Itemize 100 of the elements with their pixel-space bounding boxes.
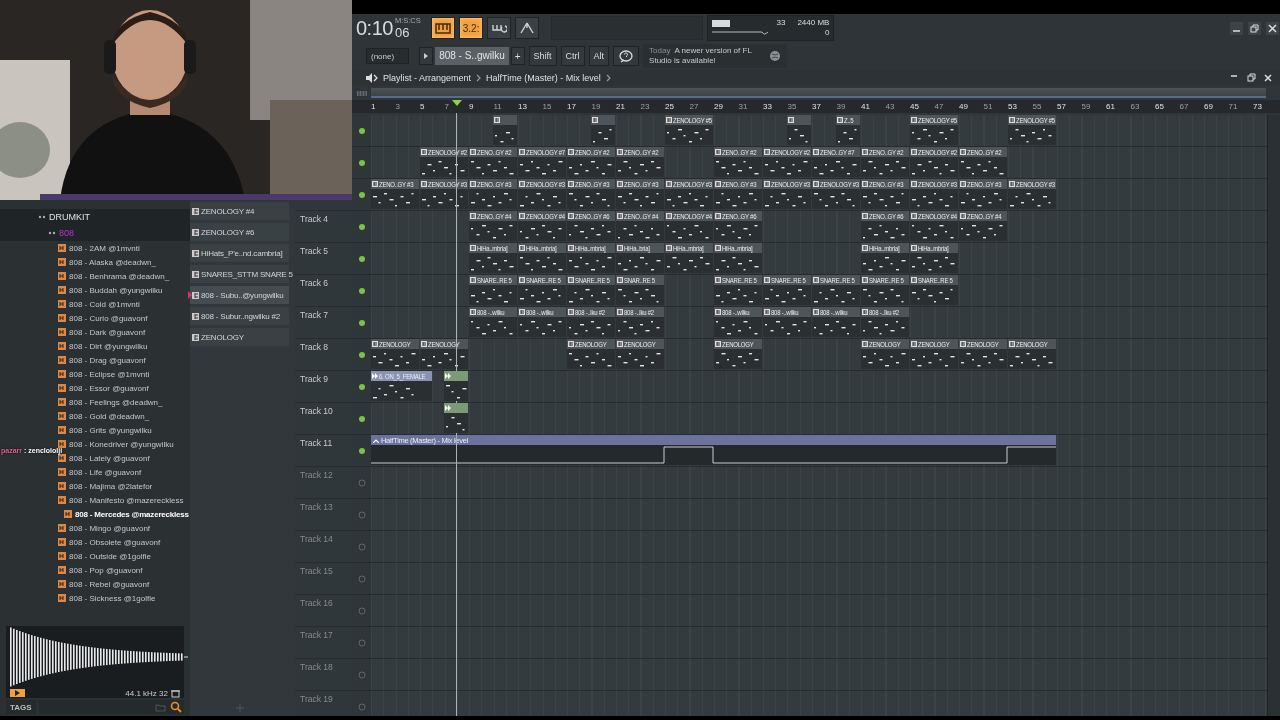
hint-message: Today A newer version of FL Studio is available! (649, 46, 753, 66)
channel-label: 808 - Subur..ngwilku #2 (201, 311, 280, 321)
file-item[interactable]: 808 - Mercedes @mazereckless (75, 509, 189, 519)
file-item[interactable]: 808 - Buddah @yungwilku (69, 285, 163, 295)
file-item[interactable]: 808 - Outside @1golfie (69, 551, 151, 561)
file-item[interactable]: 808 - Alaska @deadwn_ (69, 257, 156, 267)
track-name[interactable]: Track 15 (300, 566, 333, 576)
file-item[interactable]: 808 - Rebel @guavonf (69, 579, 150, 589)
channel-selector[interactable]: 808 - S..gwilku (435, 47, 509, 65)
file-item[interactable]: 808 - Eclipse @1mvnti (69, 369, 150, 379)
time-display: 0:10 (356, 17, 393, 40)
channel-button[interactable]: 808 - Subur..ngwilku #2 (190, 307, 289, 325)
channel-label: ZENOLOGY #6 (201, 227, 255, 237)
subfolder-item[interactable]: 808 (0, 225, 190, 241)
bar-number: 3 (395, 102, 401, 111)
bar-number: 1 (371, 102, 377, 111)
tags-button[interactable]: TAGS (6, 700, 36, 714)
bar-number: 9 (469, 102, 475, 111)
folder-item[interactable]: DRUMKIT (0, 209, 190, 225)
track-name[interactable]: Track 16 (300, 598, 333, 608)
folder-label: DRUMKIT (49, 212, 90, 222)
bar-number: 17 (567, 102, 577, 111)
track-name[interactable]: Track 18 (300, 662, 333, 672)
track-name[interactable]: Track 13 (300, 502, 333, 512)
channel-button[interactable]: ZENOLOGY (190, 328, 289, 346)
file-item[interactable]: 808 - Konedriver @yungwilku (69, 439, 174, 449)
bar-number: 33 (763, 102, 773, 111)
track-name[interactable]: Track 8 (300, 342, 329, 352)
bar-number: 21 (616, 102, 626, 111)
channel-button[interactable]: ZENOLOGY #6 (190, 223, 289, 241)
bar-number: 57 (1057, 102, 1067, 111)
bar-number: 67 (1179, 102, 1190, 111)
bar-number: 39 (836, 102, 847, 111)
time-centiseconds: 06 (394, 25, 410, 40)
bar-number: 49 (959, 102, 969, 111)
polyphony-reading: 0 (824, 28, 830, 38)
file-item[interactable]: 808 - Gold @deadwn_ (69, 411, 150, 421)
track-name[interactable]: Track 11 (300, 438, 333, 448)
channel-label: ZENOLOGY (201, 332, 244, 342)
bar-number: 13 (518, 102, 528, 111)
bar-number: 35 (787, 102, 798, 111)
track-name[interactable]: Track 10 (300, 406, 333, 416)
track-name[interactable]: Track 7 (300, 310, 329, 320)
file-item[interactable]: 808 - Dirt @yungwilku (69, 341, 148, 351)
modifier-button[interactable]: Shift (528, 46, 557, 66)
file-item[interactable]: 808 - Dark @guavonf (69, 327, 146, 337)
memory-reading: 2440 MB (797, 18, 830, 28)
channel-label: ZENOLOGY #4 (201, 206, 255, 216)
bar-number: 71 (1228, 102, 1239, 111)
file-item[interactable]: 808 - Pop @guavonf (69, 565, 143, 575)
bar-number: 19 (591, 102, 602, 111)
file-item[interactable]: 808 - Mingo @guavonf (69, 523, 151, 533)
playlist-target: HalfTime (Master) - Mix level (486, 73, 601, 83)
bar-number: 37 (812, 102, 822, 111)
track-name[interactable]: Track 12 (300, 470, 333, 480)
channel-button[interactable]: 808 - Subu..@yungwilku (190, 286, 289, 304)
bar-number: 55 (1032, 102, 1043, 111)
bar-number: 29 (714, 102, 724, 111)
channel-button[interactable]: HiHats_P'e..nd.cambria] (190, 244, 289, 262)
track-name[interactable]: Track 19 (300, 694, 333, 704)
file-item[interactable]: 808 - Feelings @deadwn_ (69, 397, 163, 407)
bar-number: 15 (542, 102, 553, 111)
bar-number: 63 (1130, 102, 1141, 111)
track-name[interactable]: Track 9 (300, 374, 329, 384)
track-name[interactable]: Track 4 (300, 214, 329, 224)
track-name[interactable]: Track 5 (300, 246, 329, 256)
file-item[interactable]: 808 - Drag @guavonf (69, 355, 146, 365)
step-button[interactable]: 3.2: (458, 17, 484, 39)
file-item[interactable]: 808 - 2AM @1mvnti (69, 243, 140, 253)
cpu-reading: 33 (776, 18, 786, 28)
channel-label: 808 - Subu..@yungwilku (201, 290, 284, 300)
file-item[interactable]: 808 - Benhrama @deadwn_ (69, 271, 170, 281)
file-item[interactable]: 808 - Lately @guavonf (69, 453, 150, 463)
file-item[interactable]: 808 - Grits @yungwilku (69, 425, 152, 435)
track-name[interactable]: Track 6 (300, 278, 329, 288)
file-item[interactable]: 808 - Manifesto @mazereckless (69, 495, 184, 505)
bar-number: 59 (1081, 102, 1092, 111)
pattern-selector[interactable]: (none) (366, 48, 410, 64)
file-item[interactable]: 808 - Life @guavonf (69, 467, 142, 477)
bar-number: 43 (885, 102, 896, 111)
file-item[interactable]: 808 - Sickness @1golfie (69, 593, 156, 603)
bar-number: 11 (493, 102, 503, 111)
track-name[interactable]: Track 14 (300, 534, 333, 544)
bar-number: 61 (1106, 102, 1116, 111)
file-item[interactable]: 808 - Cold @1mvnti (69, 299, 140, 309)
bar-number: 25 (665, 102, 675, 111)
modifier-button[interactable]: Ctrl (560, 46, 585, 66)
modifier-button[interactable]: Alt (588, 46, 610, 66)
track-name[interactable]: Track 17 (300, 630, 333, 640)
file-item[interactable]: 808 - Curio @guavonf (69, 313, 148, 323)
channel-label: HiHats_P'e..nd.cambria] (201, 248, 283, 258)
file-item[interactable]: 808 - Essor @guavonf (69, 383, 149, 393)
bar-number: 27 (689, 102, 700, 111)
folder-label: 808 (59, 228, 75, 238)
bar-number: 31 (738, 102, 749, 111)
file-item[interactable]: 808 - Majima @2latefor (69, 481, 153, 491)
add-button[interactable]: + (510, 47, 525, 65)
file-item[interactable]: 808 - Obsolete @guavonf (69, 537, 161, 547)
bar-number: 69 (1204, 102, 1214, 111)
channel-button[interactable]: ZENOLOGY #4 (190, 202, 289, 220)
